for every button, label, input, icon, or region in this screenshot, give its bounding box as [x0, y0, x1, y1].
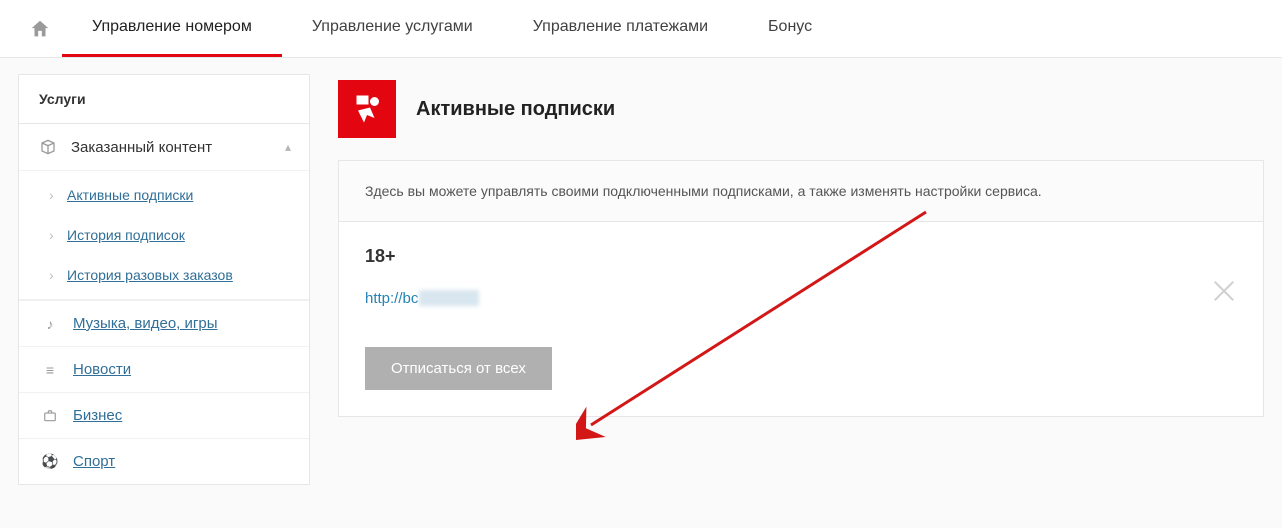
briefcase-icon [39, 409, 61, 423]
url-redacted [419, 290, 479, 306]
sidebar-item-onetime-orders-history[interactable]: История разовых заказов [19, 255, 309, 295]
sidebar-item-subscription-history[interactable]: История подписок [19, 215, 309, 255]
url-prefix: http://bc [365, 290, 418, 307]
subscription-card: 18+ http://bc Отписаться от всех [339, 222, 1263, 416]
sidebar-item-label: Музыка, видео, игры [73, 315, 218, 332]
box-icon [37, 138, 59, 156]
subscription-url[interactable]: http://bc [365, 287, 1237, 307]
sport-icon: ⚽ [39, 453, 61, 470]
page-title: Активные подписки [416, 98, 615, 121]
chevron-up-icon: ▴ [285, 140, 291, 154]
sidebar: Услуги Заказанный контент ▴ Активные под… [18, 74, 310, 485]
sidebar-group-toggle[interactable]: Заказанный контент ▴ [19, 124, 309, 170]
home-icon[interactable] [18, 0, 62, 57]
sidebar-item-active-subscriptions[interactable]: Активные подписки [19, 175, 309, 215]
subscriptions-panel: Здесь вы можете управлять своими подключ… [338, 160, 1264, 417]
sidebar-group-items: Активные подписки История подписок Истор… [19, 170, 309, 299]
tab-payment-management[interactable]: Управление платежами [503, 0, 738, 57]
tab-number-management[interactable]: Управление номером [62, 0, 282, 57]
page-titlebar: Активные подписки [338, 80, 1264, 138]
music-icon: ♪ [39, 316, 61, 332]
main-content: Активные подписки Здесь вы можете управл… [338, 74, 1264, 417]
sidebar-item-sport[interactable]: ⚽ Спорт [19, 438, 309, 484]
unsubscribe-all-button[interactable]: Отписаться от всех [365, 347, 552, 390]
sidebar-item-label: Новости [73, 361, 131, 378]
tab-service-management[interactable]: Управление услугами [282, 0, 503, 57]
panel-info-text: Здесь вы можете управлять своими подключ… [339, 161, 1263, 222]
sidebar-item-label: Бизнес [73, 407, 122, 424]
close-icon[interactable] [1211, 278, 1237, 304]
title-tile-icon [338, 80, 396, 138]
sidebar-group-label: Заказанный контент [71, 139, 212, 156]
tab-bonus[interactable]: Бонус [738, 0, 842, 57]
sidebar-title: Услуги [19, 75, 309, 124]
sidebar-item-news[interactable]: ≡ Новости [19, 346, 309, 392]
sidebar-item-media[interactable]: ♪ Музыка, видео, игры [19, 300, 309, 346]
sidebar-group-ordered-content: Заказанный контент ▴ Активные подписки И… [19, 124, 309, 300]
age-label: 18+ [365, 246, 1237, 267]
news-icon: ≡ [39, 362, 61, 378]
sidebar-item-label: Спорт [73, 453, 115, 470]
sidebar-item-business[interactable]: Бизнес [19, 392, 309, 438]
top-nav: Управление номером Управление услугами У… [0, 0, 1282, 58]
